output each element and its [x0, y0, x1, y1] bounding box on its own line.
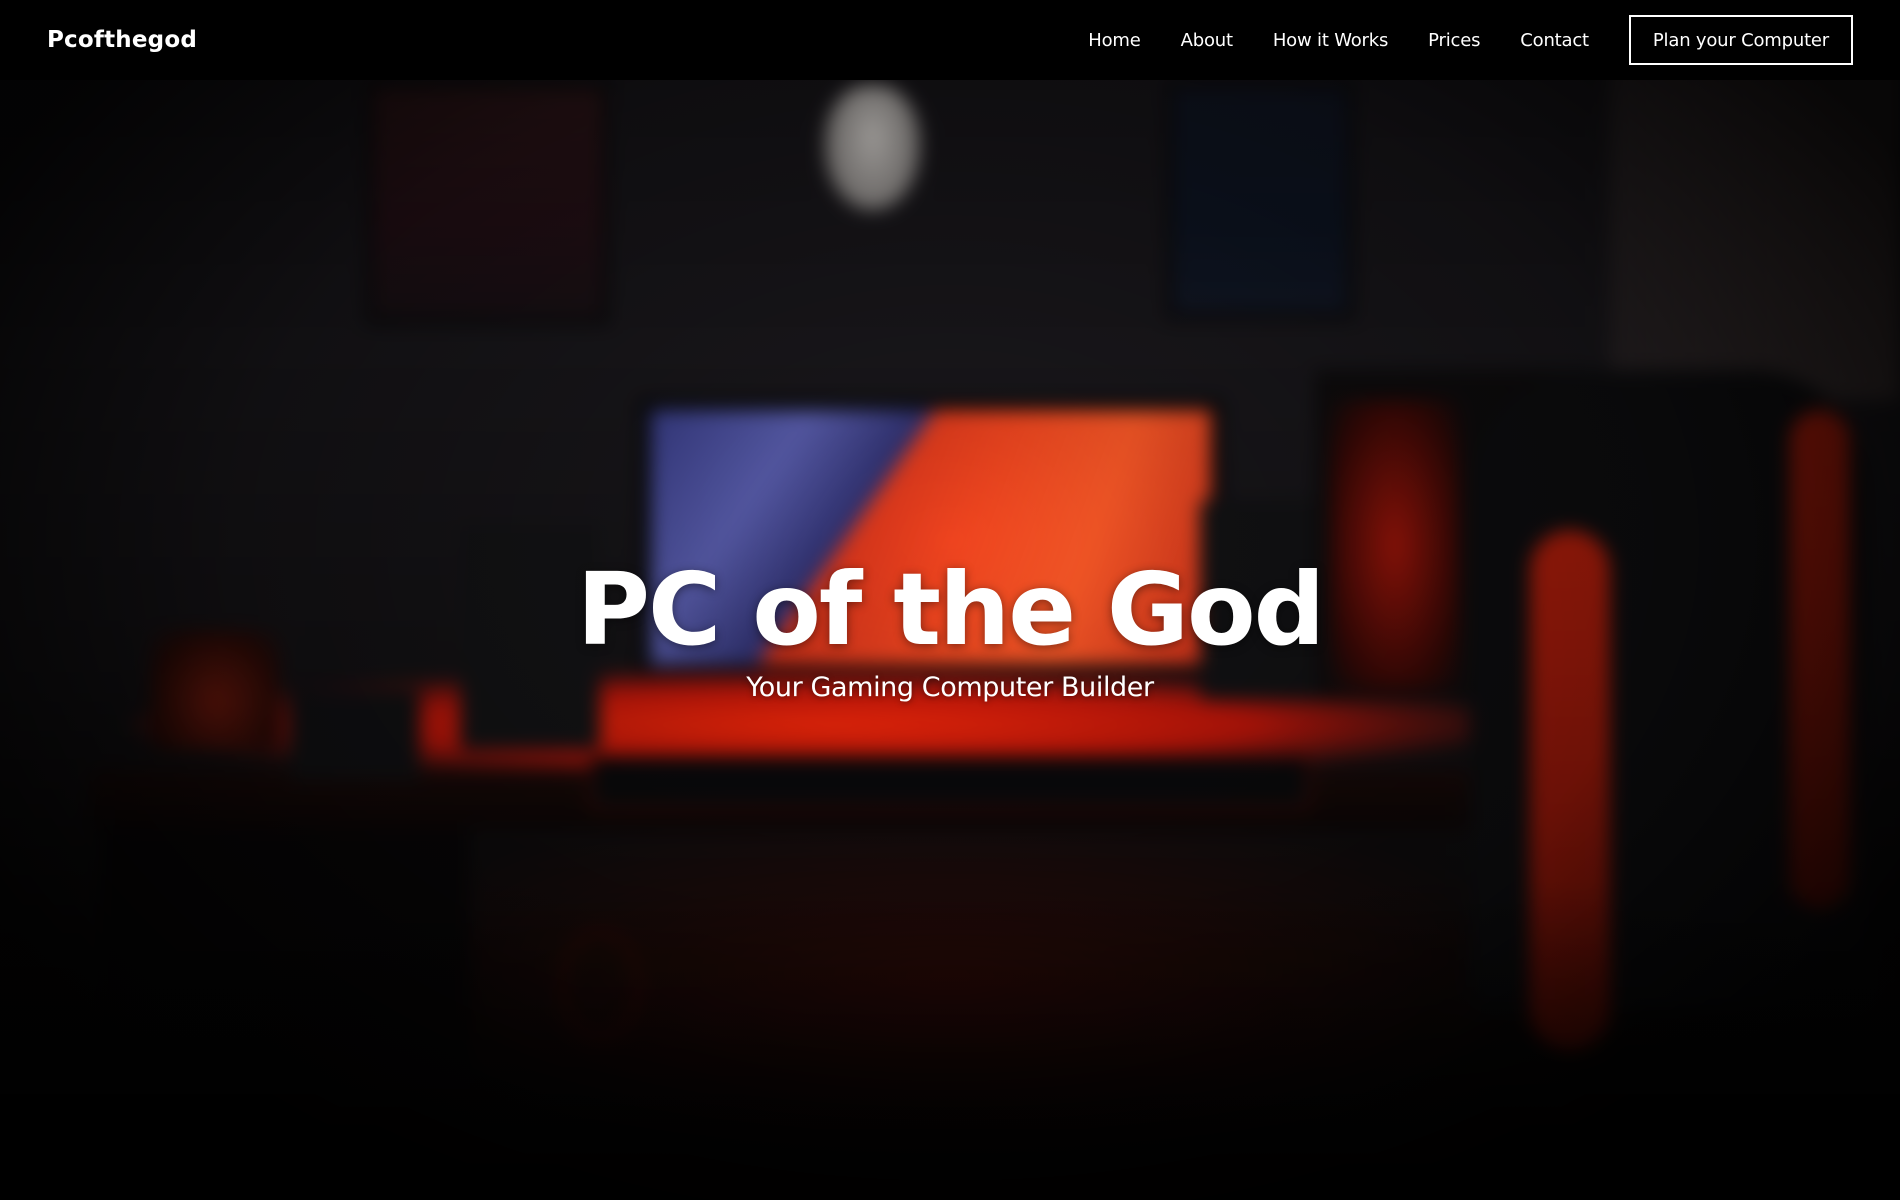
plan-your-computer-button[interactable]: Plan your Computer — [1628, 15, 1853, 65]
desk-box-left — [290, 690, 420, 780]
nav-link-home[interactable]: Home — [1088, 30, 1141, 51]
keyboard-mat — [590, 755, 1310, 810]
hero-subtitle: Your Gaming Computer Builder — [746, 672, 1154, 703]
hero-title: PC of the God — [576, 551, 1326, 668]
nav-link-contact[interactable]: Contact — [1520, 30, 1589, 51]
drawer-left — [100, 830, 470, 1090]
nav-link-how-it-works[interactable]: How it Works — [1273, 30, 1389, 51]
top-navbar: Pcofthegod Home About How it Works Price… — [0, 0, 1900, 80]
mask-decoration — [825, 85, 920, 210]
wall-light-right — [1610, 40, 1900, 400]
nav-links: Home About How it Works Prices Contact P… — [1088, 15, 1853, 65]
poster-left — [365, 80, 610, 325]
landing-page: Pcofthegod Home About How it Works Price… — [0, 0, 1900, 1200]
floor-red-reflection — [560, 930, 640, 1040]
hero-section: PC of the God Your Gaming Computer Build… — [0, 550, 1900, 703]
nav-link-about[interactable]: About — [1181, 30, 1233, 51]
nav-link-prices[interactable]: Prices — [1428, 30, 1480, 51]
brand-logo-link[interactable]: Pcofthegod — [47, 27, 197, 53]
poster-right — [1165, 80, 1355, 320]
